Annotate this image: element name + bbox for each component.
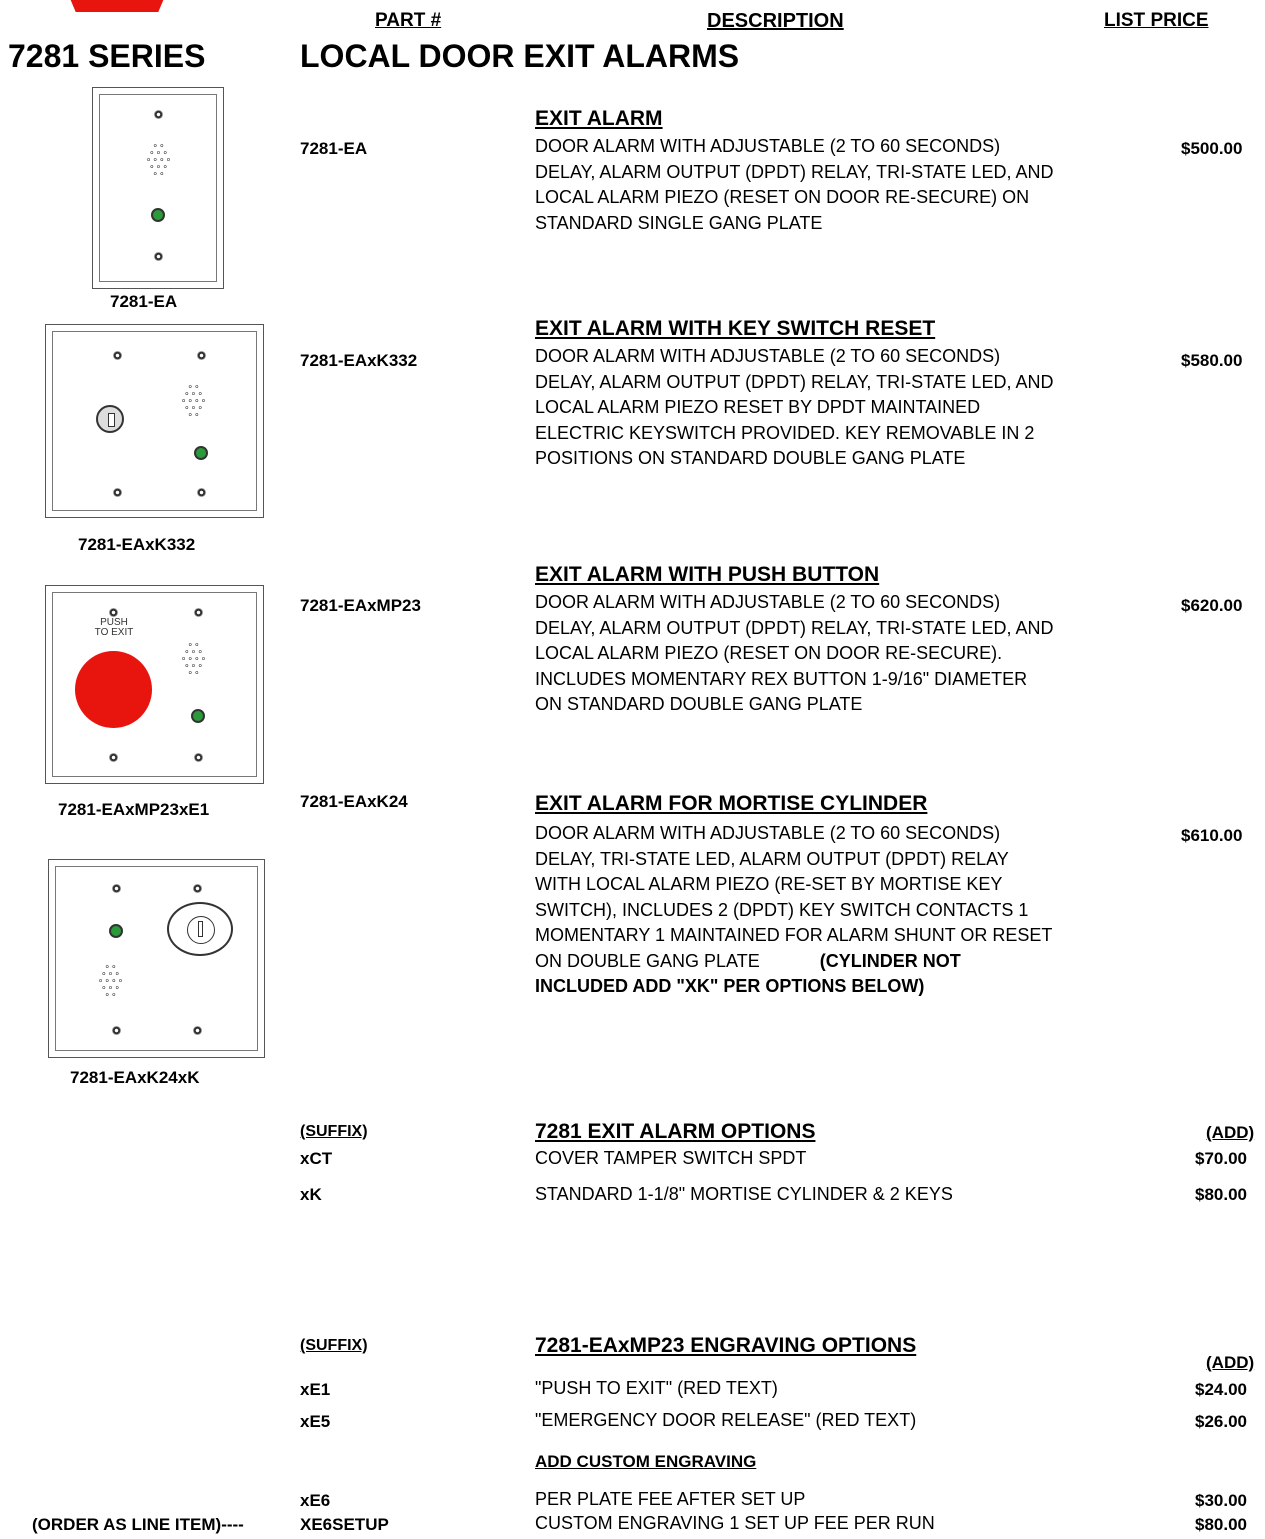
screw-icon — [154, 110, 163, 119]
screw-icon — [154, 252, 163, 261]
led-indicator-icon — [194, 446, 208, 460]
piezo-speaker-icon: ∘∘ ∘∘∘ ∘∘∘∘ ∘∘∘ ∘∘ — [97, 961, 125, 999]
part-column-header: PART # — [375, 10, 442, 31]
push-button-icon — [75, 651, 152, 728]
brand-logo-shape — [58, 0, 176, 12]
screw-icon — [194, 608, 203, 617]
screw-icon — [194, 753, 203, 762]
product-price: $580.00 — [1181, 351, 1243, 370]
engraving-title: 7281-EAxMP23 ENGRAVING OPTIONS — [535, 1334, 917, 1357]
part-number: 7281-EAxMP23 — [300, 596, 421, 615]
product-caption: 7281-EAxK24xK — [70, 1068, 200, 1087]
part-number: 7281-EA — [300, 139, 368, 158]
push-to-exit-text: PUSH TO EXIT — [94, 617, 134, 638]
series-title: 7281 SERIES — [8, 38, 206, 74]
single-gang-plate-image: ∘∘ ∘∘∘ ∘∘∘∘ ∘∘∘ ∘∘ — [92, 87, 224, 289]
screw-icon — [113, 488, 122, 497]
screw-icon — [112, 884, 121, 893]
suffix-label: (SUFFIX) — [300, 1337, 368, 1354]
add-label: (ADD) — [1206, 1353, 1255, 1372]
line-item-note: (ORDER AS LINE ITEM)---- — [32, 1515, 244, 1534]
product-description: DOOR ALARM WITH ADJUSTABLE (2 TO 60 SECO… — [535, 136, 1054, 233]
mortise-cylinder-icon — [167, 902, 233, 956]
engraving-code: xE1 — [300, 1380, 331, 1399]
product-caption: 7281-EAxMP23xE1 — [58, 800, 210, 819]
product-description: DOOR ALARM WITH ADJUSTABLE (2 TO 60 SECO… — [535, 821, 1055, 1000]
option-code: xK — [300, 1185, 322, 1204]
engraving-price: $24.00 — [1195, 1380, 1247, 1399]
product-title: EXIT ALARM WITH PUSH BUTTON — [535, 563, 880, 586]
option-price: $70.00 — [1195, 1149, 1247, 1168]
option-name: STANDARD 1-1/8" MORTISE CYLINDER & 2 KEY… — [535, 1184, 953, 1204]
engraving-price: $80.00 — [1195, 1515, 1247, 1534]
product-caption: 7281-EA — [110, 292, 178, 311]
option-code: xCT — [300, 1149, 333, 1168]
led-indicator-icon — [191, 709, 205, 723]
custom-engraving-title: ADD CUSTOM ENGRAVING — [535, 1452, 757, 1471]
engraving-code: xE5 — [300, 1412, 331, 1431]
screw-icon — [193, 884, 202, 893]
product-price: $610.00 — [1181, 826, 1243, 845]
description-column-header: DESCRIPTION — [707, 10, 844, 32]
screw-icon — [113, 351, 122, 360]
option-price: $80.00 — [1195, 1185, 1247, 1204]
piezo-speaker-icon: ∘∘ ∘∘∘ ∘∘∘∘ ∘∘∘ ∘∘ — [180, 639, 208, 677]
screw-icon — [197, 351, 206, 360]
engraving-name: PER PLATE FEE AFTER SET UP — [535, 1489, 806, 1509]
option-name: COVER TAMPER SWITCH SPDT — [535, 1148, 807, 1168]
product-title: EXIT ALARM WITH KEY SWITCH RESET — [535, 317, 936, 340]
options-title: 7281 EXIT ALARM OPTIONS — [535, 1120, 816, 1143]
part-number: 7281-EAxK332 — [300, 351, 418, 370]
piezo-speaker-icon: ∘∘ ∘∘∘ ∘∘∘∘ ∘∘∘ ∘∘ — [180, 381, 208, 419]
engraving-price: $26.00 — [1195, 1412, 1247, 1431]
screw-icon — [197, 488, 206, 497]
product-description: DOOR ALARM WITH ADJUSTABLE (2 TO 60 SECO… — [535, 346, 1054, 468]
engraving-name: CUSTOM ENGRAVING 1 SET UP FEE PER RUN — [535, 1513, 935, 1533]
part-number: 7281-EAxK24 — [300, 792, 408, 811]
led-indicator-icon — [151, 208, 165, 222]
product-caption: 7281-EAxK332 — [78, 535, 196, 554]
product-price: $620.00 — [1181, 596, 1243, 615]
screw-icon — [193, 1026, 202, 1035]
engraving-code: xE6 — [300, 1491, 331, 1510]
product-price: $500.00 — [1181, 139, 1243, 158]
led-indicator-icon — [109, 924, 123, 938]
keyswitch-plate-image: ∘∘ ∘∘∘ ∘∘∘∘ ∘∘∘ ∘∘ — [45, 324, 264, 518]
price-column-header: LIST PRICE — [1104, 10, 1209, 31]
product-description: DOOR ALARM WITH ADJUSTABLE (2 TO 60 SECO… — [535, 592, 1054, 714]
engraving-name: "EMERGENCY DOOR RELEASE" (RED TEXT) — [535, 1410, 917, 1430]
product-title: EXIT ALARM — [535, 107, 663, 130]
add-label: (ADD) — [1206, 1123, 1255, 1142]
piezo-speaker-icon: ∘∘ ∘∘∘ ∘∘∘∘ ∘∘∘ ∘∘ — [145, 140, 173, 178]
suffix-label: (SUFFIX) — [300, 1123, 368, 1140]
screw-icon — [109, 608, 118, 617]
screw-icon — [109, 753, 118, 762]
product-title: EXIT ALARM FOR MORTISE CYLINDER — [535, 792, 928, 815]
push-button-plate-image: PUSH TO EXIT ∘∘ ∘∘∘ ∘∘∘∘ ∘∘∘ ∘∘ — [45, 585, 264, 784]
engraving-code: XE6SETUP — [300, 1515, 389, 1534]
screw-icon — [112, 1026, 121, 1035]
engraving-price: $30.00 — [1195, 1491, 1247, 1510]
mortise-cylinder-plate-image: ∘∘ ∘∘∘ ∘∘∘∘ ∘∘∘ ∘∘ — [48, 859, 265, 1058]
product-description-text: DOOR ALARM WITH ADJUSTABLE (2 TO 60 SECO… — [535, 823, 1053, 971]
engraving-name: "PUSH TO EXIT" (RED TEXT) — [535, 1378, 778, 1398]
keyswitch-icon — [96, 405, 124, 433]
series-description: LOCAL DOOR EXIT ALARMS — [300, 38, 740, 74]
